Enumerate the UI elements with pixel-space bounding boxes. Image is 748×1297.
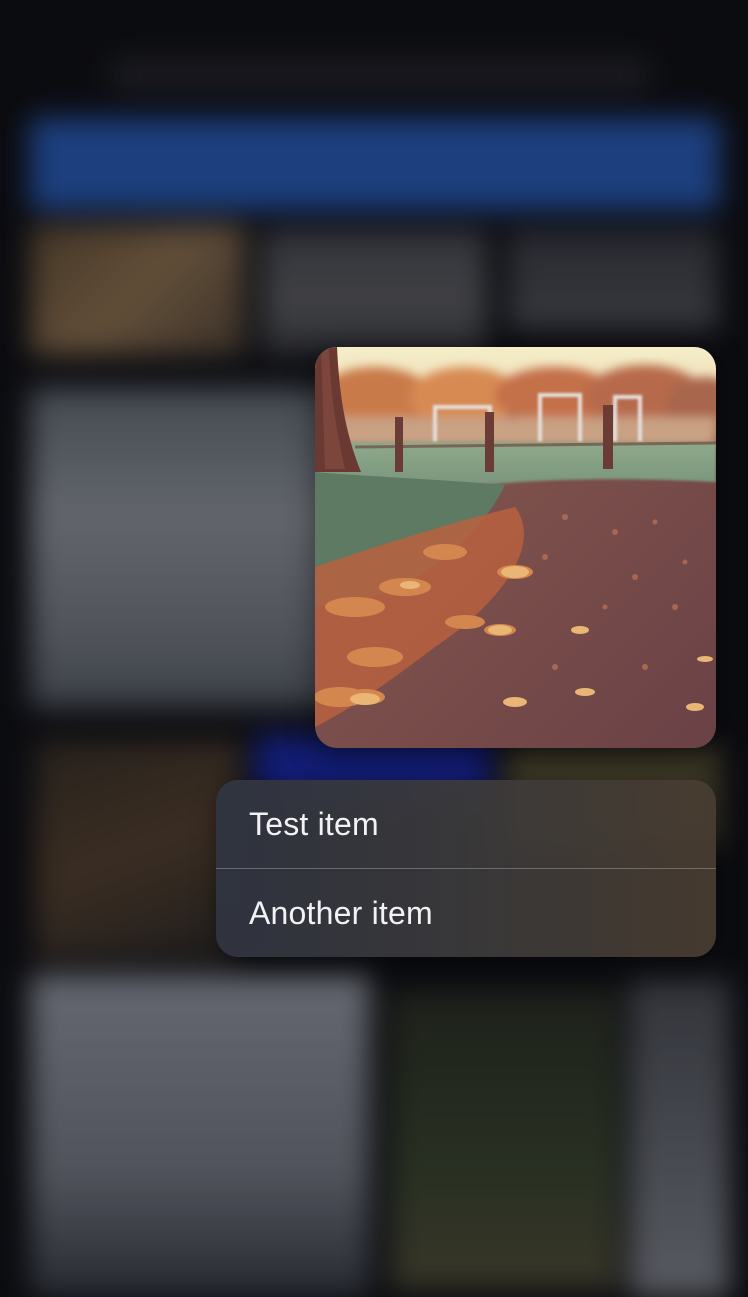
screen: Test item Another item xyxy=(0,0,748,1297)
context-menu: Test item Another item xyxy=(216,780,716,957)
menu-item-another[interactable]: Another item xyxy=(216,869,716,957)
autumn-park-photo xyxy=(315,347,716,748)
menu-item-label: Test item xyxy=(249,805,379,842)
menu-item-label: Another item xyxy=(249,894,433,931)
context-preview-image[interactable] xyxy=(315,347,716,748)
menu-item-test[interactable]: Test item xyxy=(216,780,716,868)
